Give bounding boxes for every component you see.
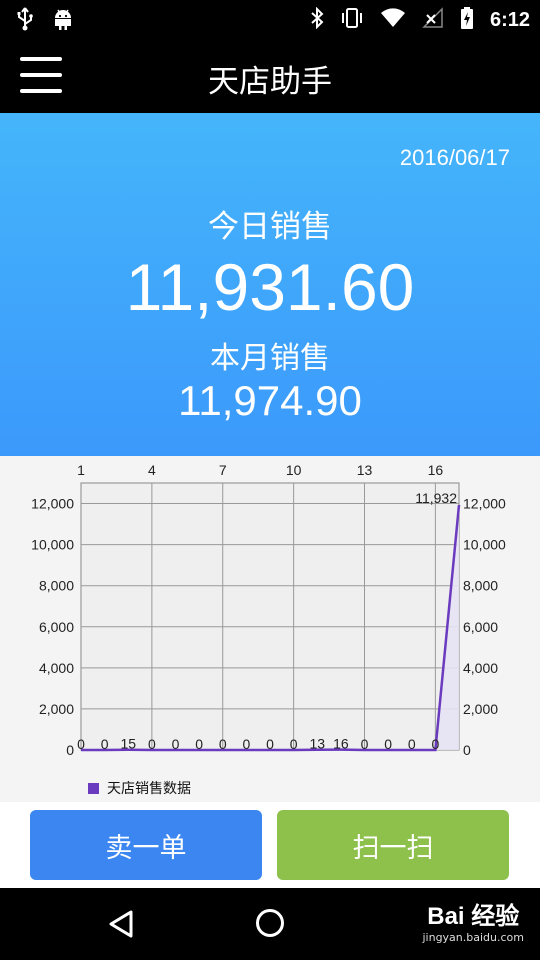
android-icon bbox=[52, 7, 74, 35]
data-label: 0 bbox=[384, 736, 392, 752]
data-label: 16 bbox=[333, 736, 349, 752]
vibrate-icon bbox=[340, 7, 364, 33]
data-label: 0 bbox=[195, 736, 203, 752]
month-sales-label: 本月销售 bbox=[210, 341, 330, 376]
month-sales-value: 11,974.90 bbox=[178, 377, 362, 424]
plot-area bbox=[80, 482, 460, 751]
data-label: 0 bbox=[266, 736, 274, 752]
scan-button[interactable]: 扫一扫 bbox=[277, 810, 509, 880]
data-label: 0 bbox=[77, 736, 85, 752]
app-bar: 天店助手 bbox=[0, 38, 540, 113]
chart-legend: 天店销售数据 bbox=[88, 778, 191, 798]
back-triangle-icon[interactable] bbox=[105, 908, 137, 940]
y-tick-label-right: 4,000 bbox=[463, 660, 498, 676]
y-tick-label-right: 6,000 bbox=[463, 619, 498, 635]
data-label: 0 bbox=[242, 736, 250, 752]
y-tick-label-left: 8,000 bbox=[39, 578, 74, 594]
x-tick-label: 1 bbox=[77, 462, 85, 478]
data-label: 0 bbox=[172, 736, 180, 752]
battery-charging-icon bbox=[460, 6, 474, 34]
data-label: 0 bbox=[290, 736, 298, 752]
y-tick-label-left: 4,000 bbox=[39, 660, 74, 676]
sales-summary-panel: 2016/06/17 今日销售 11,931.60 本月销售 11,974.90 bbox=[0, 113, 540, 456]
x-tick-label: 10 bbox=[286, 462, 302, 478]
y-tick-label-right: 2,000 bbox=[463, 701, 498, 717]
data-label: 0 bbox=[101, 736, 109, 752]
action-bar: 卖一单 扫一扫 bbox=[0, 802, 540, 888]
status-time: 6:12 bbox=[489, 8, 530, 31]
y-tick-label-right: 0 bbox=[463, 742, 471, 758]
sell-order-button[interactable]: 卖一单 bbox=[30, 810, 262, 880]
watermark-main: Bai 经验 bbox=[427, 903, 520, 930]
status-bar: 6:12 bbox=[0, 0, 540, 38]
usb-icon bbox=[16, 7, 34, 35]
bluetooth-icon bbox=[310, 6, 324, 33]
y-tick-label-left: 2,000 bbox=[39, 701, 74, 717]
summary-date: 2016/06/17 bbox=[399, 145, 510, 170]
sales-chart: 0 0 2,000 2,000 4,000 4,000 6,000 6,000 8,000 8,0… bbox=[0, 456, 540, 802]
baidu-jingyan-watermark: Bai 经验 jingyan.baidu.com bbox=[422, 896, 524, 944]
y-tick-label-left: 12,000 bbox=[31, 496, 74, 512]
data-label: 11,932 bbox=[415, 490, 457, 506]
today-sales-label: 今日销售 bbox=[208, 209, 332, 245]
sales-line-chart: 0 02,000 2,0004,000 4,0006,000 6,0008,000 8,0… bbox=[31, 462, 506, 758]
data-label: 0 bbox=[408, 736, 416, 752]
data-label: 15 bbox=[120, 736, 136, 752]
no-signal-icon bbox=[422, 7, 444, 33]
data-label: 13 bbox=[309, 736, 325, 752]
y-tick-label-left: 6,000 bbox=[39, 619, 74, 635]
today-sales-value: 11,931.60 bbox=[125, 250, 415, 324]
wifi-icon bbox=[380, 7, 406, 33]
y-tick-label-left: 0 bbox=[66, 742, 74, 758]
legend-label: 天店销售数据 bbox=[107, 781, 191, 797]
x-tick-label: 13 bbox=[357, 462, 373, 478]
legend-swatch bbox=[88, 782, 99, 794]
y-tick-label-left: 10,000 bbox=[31, 537, 74, 553]
data-label: 0 bbox=[148, 736, 156, 752]
home-circle-icon[interactable] bbox=[256, 909, 284, 937]
x-tick-label: 7 bbox=[219, 462, 227, 478]
x-tick-label: 4 bbox=[148, 462, 156, 478]
watermark-sub: jingyan.baidu.com bbox=[422, 931, 524, 944]
y-tick-label-right: 8,000 bbox=[463, 578, 498, 594]
data-label: 0 bbox=[361, 736, 369, 752]
x-tick-label: 16 bbox=[428, 462, 444, 478]
data-label: 0 bbox=[431, 736, 439, 752]
navigation-bar: Bai 经验 jingyan.baidu.com bbox=[0, 888, 540, 960]
y-tick-label-right: 10,000 bbox=[463, 537, 506, 553]
y-tick-label-right: 12,000 bbox=[463, 496, 506, 512]
data-label: 0 bbox=[219, 736, 227, 752]
app-title: 天店助手 bbox=[208, 64, 332, 100]
